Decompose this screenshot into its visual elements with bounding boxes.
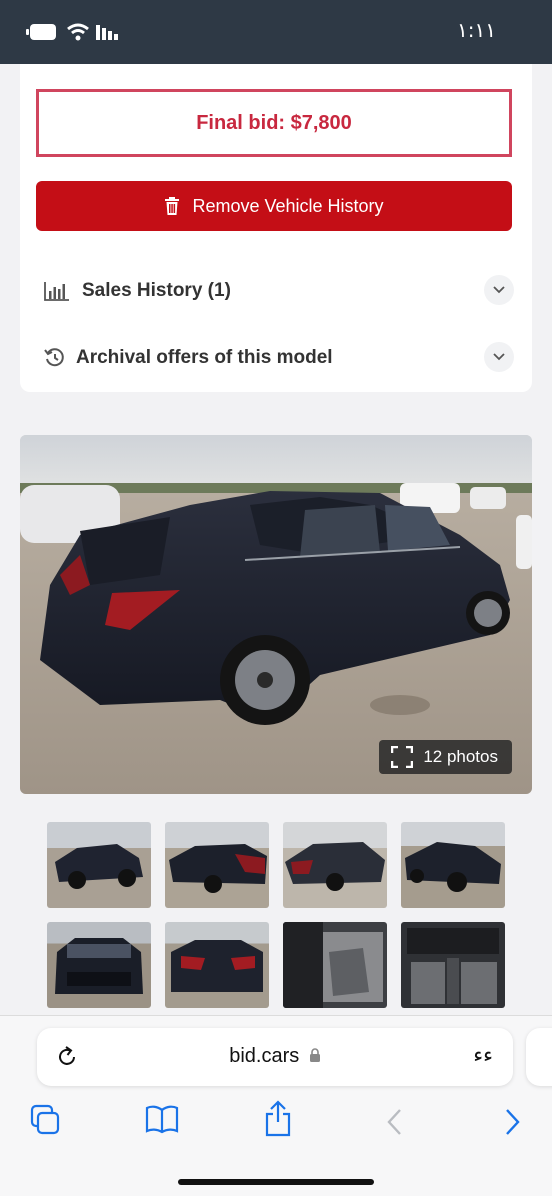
bookmarks-icon[interactable] xyxy=(145,1104,179,1134)
status-bar: ١:١١ xyxy=(0,0,552,64)
photo-thumbnail[interactable] xyxy=(283,922,387,1008)
address-bar[interactable]: bid.cars ﺀﺀ xyxy=(37,1028,513,1086)
signal-icon xyxy=(96,25,118,40)
back-arrow-icon[interactable] xyxy=(386,1108,402,1136)
remove-vehicle-history-button[interactable]: Remove Vehicle History xyxy=(36,181,512,231)
forward-arrow-icon[interactable] xyxy=(505,1108,521,1136)
final-bid-box: Final bid: $7,800 xyxy=(36,89,512,157)
history-icon xyxy=(44,347,72,369)
bar-chart-icon xyxy=(44,281,72,301)
photo-thumbnail[interactable] xyxy=(401,922,505,1008)
photo-thumbnail[interactable] xyxy=(401,822,505,908)
photo-thumbnail[interactable] xyxy=(283,822,387,908)
archival-offers-row[interactable]: Archival offers of this model xyxy=(44,338,514,378)
main-vehicle-photo[interactable]: 12 photos xyxy=(20,435,532,794)
status-icons xyxy=(26,22,122,42)
photo-thumbnail[interactable] xyxy=(47,822,151,908)
status-time: ١:١١ xyxy=(457,18,496,42)
share-icon[interactable] xyxy=(264,1100,292,1138)
url-display[interactable]: bid.cars xyxy=(37,1045,513,1068)
auction-card: Final bid: $7,800 Remove Vehicle History… xyxy=(20,64,532,392)
expand-icon xyxy=(391,746,414,768)
reader-mode-button[interactable]: ﺀﺀ xyxy=(473,1043,493,1067)
lock-icon xyxy=(309,1048,320,1062)
chevron-down-icon[interactable] xyxy=(484,342,514,372)
trash-icon xyxy=(165,197,180,215)
wifi-icon xyxy=(67,23,89,41)
url-text: bid.cars xyxy=(229,1045,300,1067)
photo-thumbnail[interactable] xyxy=(165,922,269,1008)
photo-thumbnail[interactable] xyxy=(47,922,151,1008)
home-indicator[interactable] xyxy=(178,1179,374,1185)
battery-icon xyxy=(26,24,56,40)
sales-history-row[interactable]: Sales History (1) xyxy=(44,271,514,311)
photos-count-text: 12 photos xyxy=(423,747,498,766)
browser-toolbar: bid.cars ﺀﺀ xyxy=(0,1015,552,1196)
sales-history-label: Sales History (1) xyxy=(82,280,231,301)
chevron-down-icon[interactable] xyxy=(484,275,514,305)
archival-offers-label: Archival offers of this model xyxy=(76,347,333,368)
tabs-icon[interactable] xyxy=(30,1104,60,1136)
photo-thumbnail[interactable] xyxy=(165,822,269,908)
next-tab-preview[interactable] xyxy=(526,1028,552,1086)
remove-button-label: Remove Vehicle History xyxy=(192,195,384,216)
photos-count-badge[interactable]: 12 photos xyxy=(379,740,512,774)
final-bid-text: Final bid: $7,800 xyxy=(196,111,352,134)
